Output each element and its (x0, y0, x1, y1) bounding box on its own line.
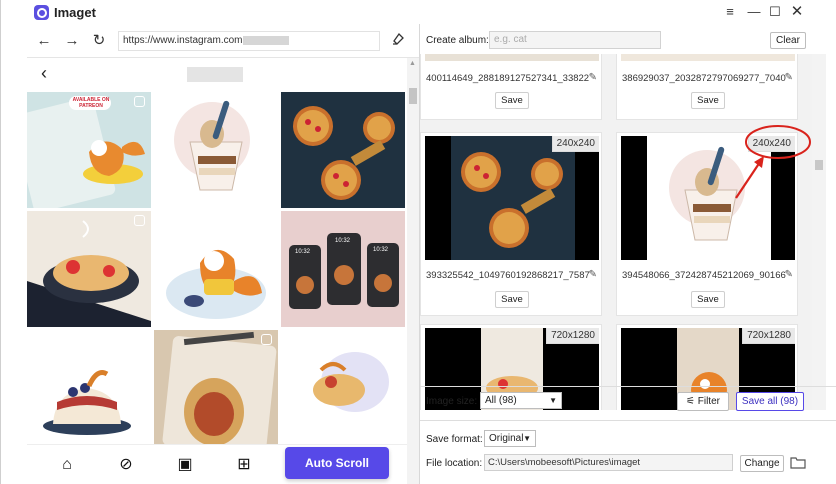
album-row: Create album: e.g. cat Clear (420, 24, 836, 54)
post-thumbnail[interactable] (281, 330, 405, 446)
post-thumbnail[interactable] (154, 92, 278, 208)
phone-time: 10:32 (373, 247, 389, 253)
image-dimensions: 720x1280 (742, 328, 795, 344)
clear-button[interactable]: Clear (770, 32, 806, 49)
download-panel: Create album: e.g. cat Clear 400114649_2… (419, 24, 836, 484)
app-window: Imaget ≡ — ☐ ✕ ← → ↻ https://www.instagr… (0, 0, 836, 484)
browser-toolbar: ← → ↻ https://www.instagram.com (27, 24, 419, 58)
image-gallery: 400114649_288189127527341_33822 ✎ Save 3… (420, 54, 812, 410)
minimize-icon[interactable]: — (745, 3, 763, 21)
url-input[interactable]: https://www.instagram.com (118, 31, 380, 51)
image-card: 240x240 393325542_1049760192868217_7587 … (420, 132, 602, 316)
browser-panel: ← → ↻ https://www.instagram.com ‹ AVAILA… (27, 24, 419, 484)
save-format-select[interactable]: Original ▼ (484, 430, 536, 447)
pencil-icon[interactable]: ✎ (785, 269, 793, 280)
profile-name-redacted (187, 67, 243, 82)
patreon-badge: AVAILABLE ON PATREON (72, 97, 110, 109)
instagram-page: ‹ AVAILABLE ON PATREON 10:32 10:32 10:32… (27, 58, 407, 484)
post-grid: AVAILABLE ON PATREON 10:32 10:32 10:32 (27, 92, 407, 446)
chevron-down-icon: ▼ (523, 434, 531, 443)
gallery-scrollbar[interactable] (812, 54, 826, 410)
image-preview[interactable] (425, 54, 599, 61)
image-preview[interactable] (621, 54, 795, 61)
scroll-thumb[interactable] (409, 88, 417, 104)
url-text: https://www.instagram.com (123, 35, 243, 46)
chevron-down-icon: ▼ (549, 396, 557, 405)
album-input[interactable]: e.g. cat (489, 31, 661, 49)
post-thumbnail[interactable]: AVAILABLE ON PATREON (27, 92, 151, 208)
reel-icon (134, 96, 145, 107)
save-format-value: Original (489, 433, 524, 444)
reel-icon (261, 334, 272, 345)
filter-button[interactable]: ⚟ Filter (677, 392, 729, 411)
create-album-label: Create album: (426, 35, 489, 46)
post-thumbnail[interactable] (154, 211, 278, 327)
phone-time: 10:32 (335, 238, 351, 244)
browser-scrollbar[interactable]: ▲ (407, 58, 419, 484)
image-card: 400114649_288189127527341_33822 ✎ Save (420, 54, 602, 120)
clear-icon[interactable] (389, 32, 407, 50)
save-button[interactable]: Save (691, 92, 725, 109)
back-icon[interactable]: ← (35, 32, 53, 50)
post-thumbnail[interactable] (154, 330, 278, 446)
scroll-up-icon[interactable]: ▲ (409, 60, 416, 67)
filter-icon: ⚟ (686, 396, 695, 407)
save-button[interactable]: Save (495, 92, 529, 109)
chevron-left-icon[interactable]: ‹ (41, 63, 47, 84)
image-dimensions: 720x1280 (546, 328, 599, 344)
image-dimensions: 240x240 (551, 136, 599, 152)
phone-time: 10:32 (295, 249, 311, 255)
forward-icon[interactable]: → (63, 32, 81, 50)
imaget-logo-icon (34, 5, 49, 20)
filter-label: Filter (697, 396, 720, 407)
pencil-icon[interactable]: ✎ (589, 72, 597, 83)
post-thumbnail[interactable]: 10:32 10:32 10:32 (281, 211, 405, 327)
image-size-label: Image size: (426, 396, 478, 407)
image-filename[interactable]: 393325542_1049760192868217_7587 (426, 270, 598, 281)
image-size-select[interactable]: All (98) ▼ (480, 392, 562, 409)
folder-icon[interactable] (790, 455, 806, 469)
title-bar: Imaget ≡ — ☐ ✕ (1, 0, 836, 24)
save-button[interactable]: Save (495, 291, 529, 308)
url-redaction (243, 35, 290, 45)
profile-header: ‹ (27, 58, 407, 92)
post-thumbnail[interactable] (27, 211, 151, 327)
image-size-value: All (98) (485, 395, 517, 406)
file-location-field[interactable]: C:\Users\mobeesoft\Pictures\imaget (484, 454, 733, 471)
reload-icon[interactable]: ↻ (90, 32, 108, 50)
maximize-icon[interactable]: ☐ (766, 3, 784, 21)
image-filename[interactable]: 400114649_288189127527341_33822 (426, 73, 598, 84)
create-icon[interactable]: ⊞ (234, 455, 254, 475)
menu-icon[interactable]: ≡ (721, 3, 739, 21)
file-location-label: File location: (426, 458, 483, 469)
pencil-icon[interactable]: ✎ (785, 72, 793, 83)
gallery-scroll-thumb[interactable] (815, 160, 823, 170)
reel-icon (134, 215, 145, 226)
divider (420, 386, 836, 387)
auto-scroll-button[interactable]: Auto Scroll (285, 447, 389, 479)
image-card: 386929037_2032872797069277_7040 ✎ Save (616, 54, 798, 120)
home-icon[interactable]: ⌂ (57, 455, 77, 475)
explore-icon[interactable]: ⊘ (116, 455, 136, 475)
post-thumbnail[interactable] (281, 92, 405, 208)
divider (420, 420, 836, 421)
image-filename[interactable]: 394548066_372428745212069_90166 (622, 270, 794, 281)
change-button[interactable]: Change (740, 455, 784, 472)
save-button[interactable]: Save (691, 291, 725, 308)
image-preview[interactable]: 240x240 (425, 136, 599, 260)
image-filename[interactable]: 386929037_2032872797069277_7040 (622, 73, 794, 84)
reels-icon[interactable]: ▣ (175, 455, 195, 475)
save-format-label: Save format: (426, 434, 483, 445)
pencil-icon[interactable]: ✎ (589, 269, 597, 280)
save-all-button[interactable]: Save all (98) (736, 392, 804, 411)
close-icon[interactable]: ✕ (788, 3, 806, 21)
highlight-annotation (735, 125, 811, 199)
post-thumbnail[interactable] (27, 330, 151, 446)
app-title: Imaget (54, 5, 96, 20)
